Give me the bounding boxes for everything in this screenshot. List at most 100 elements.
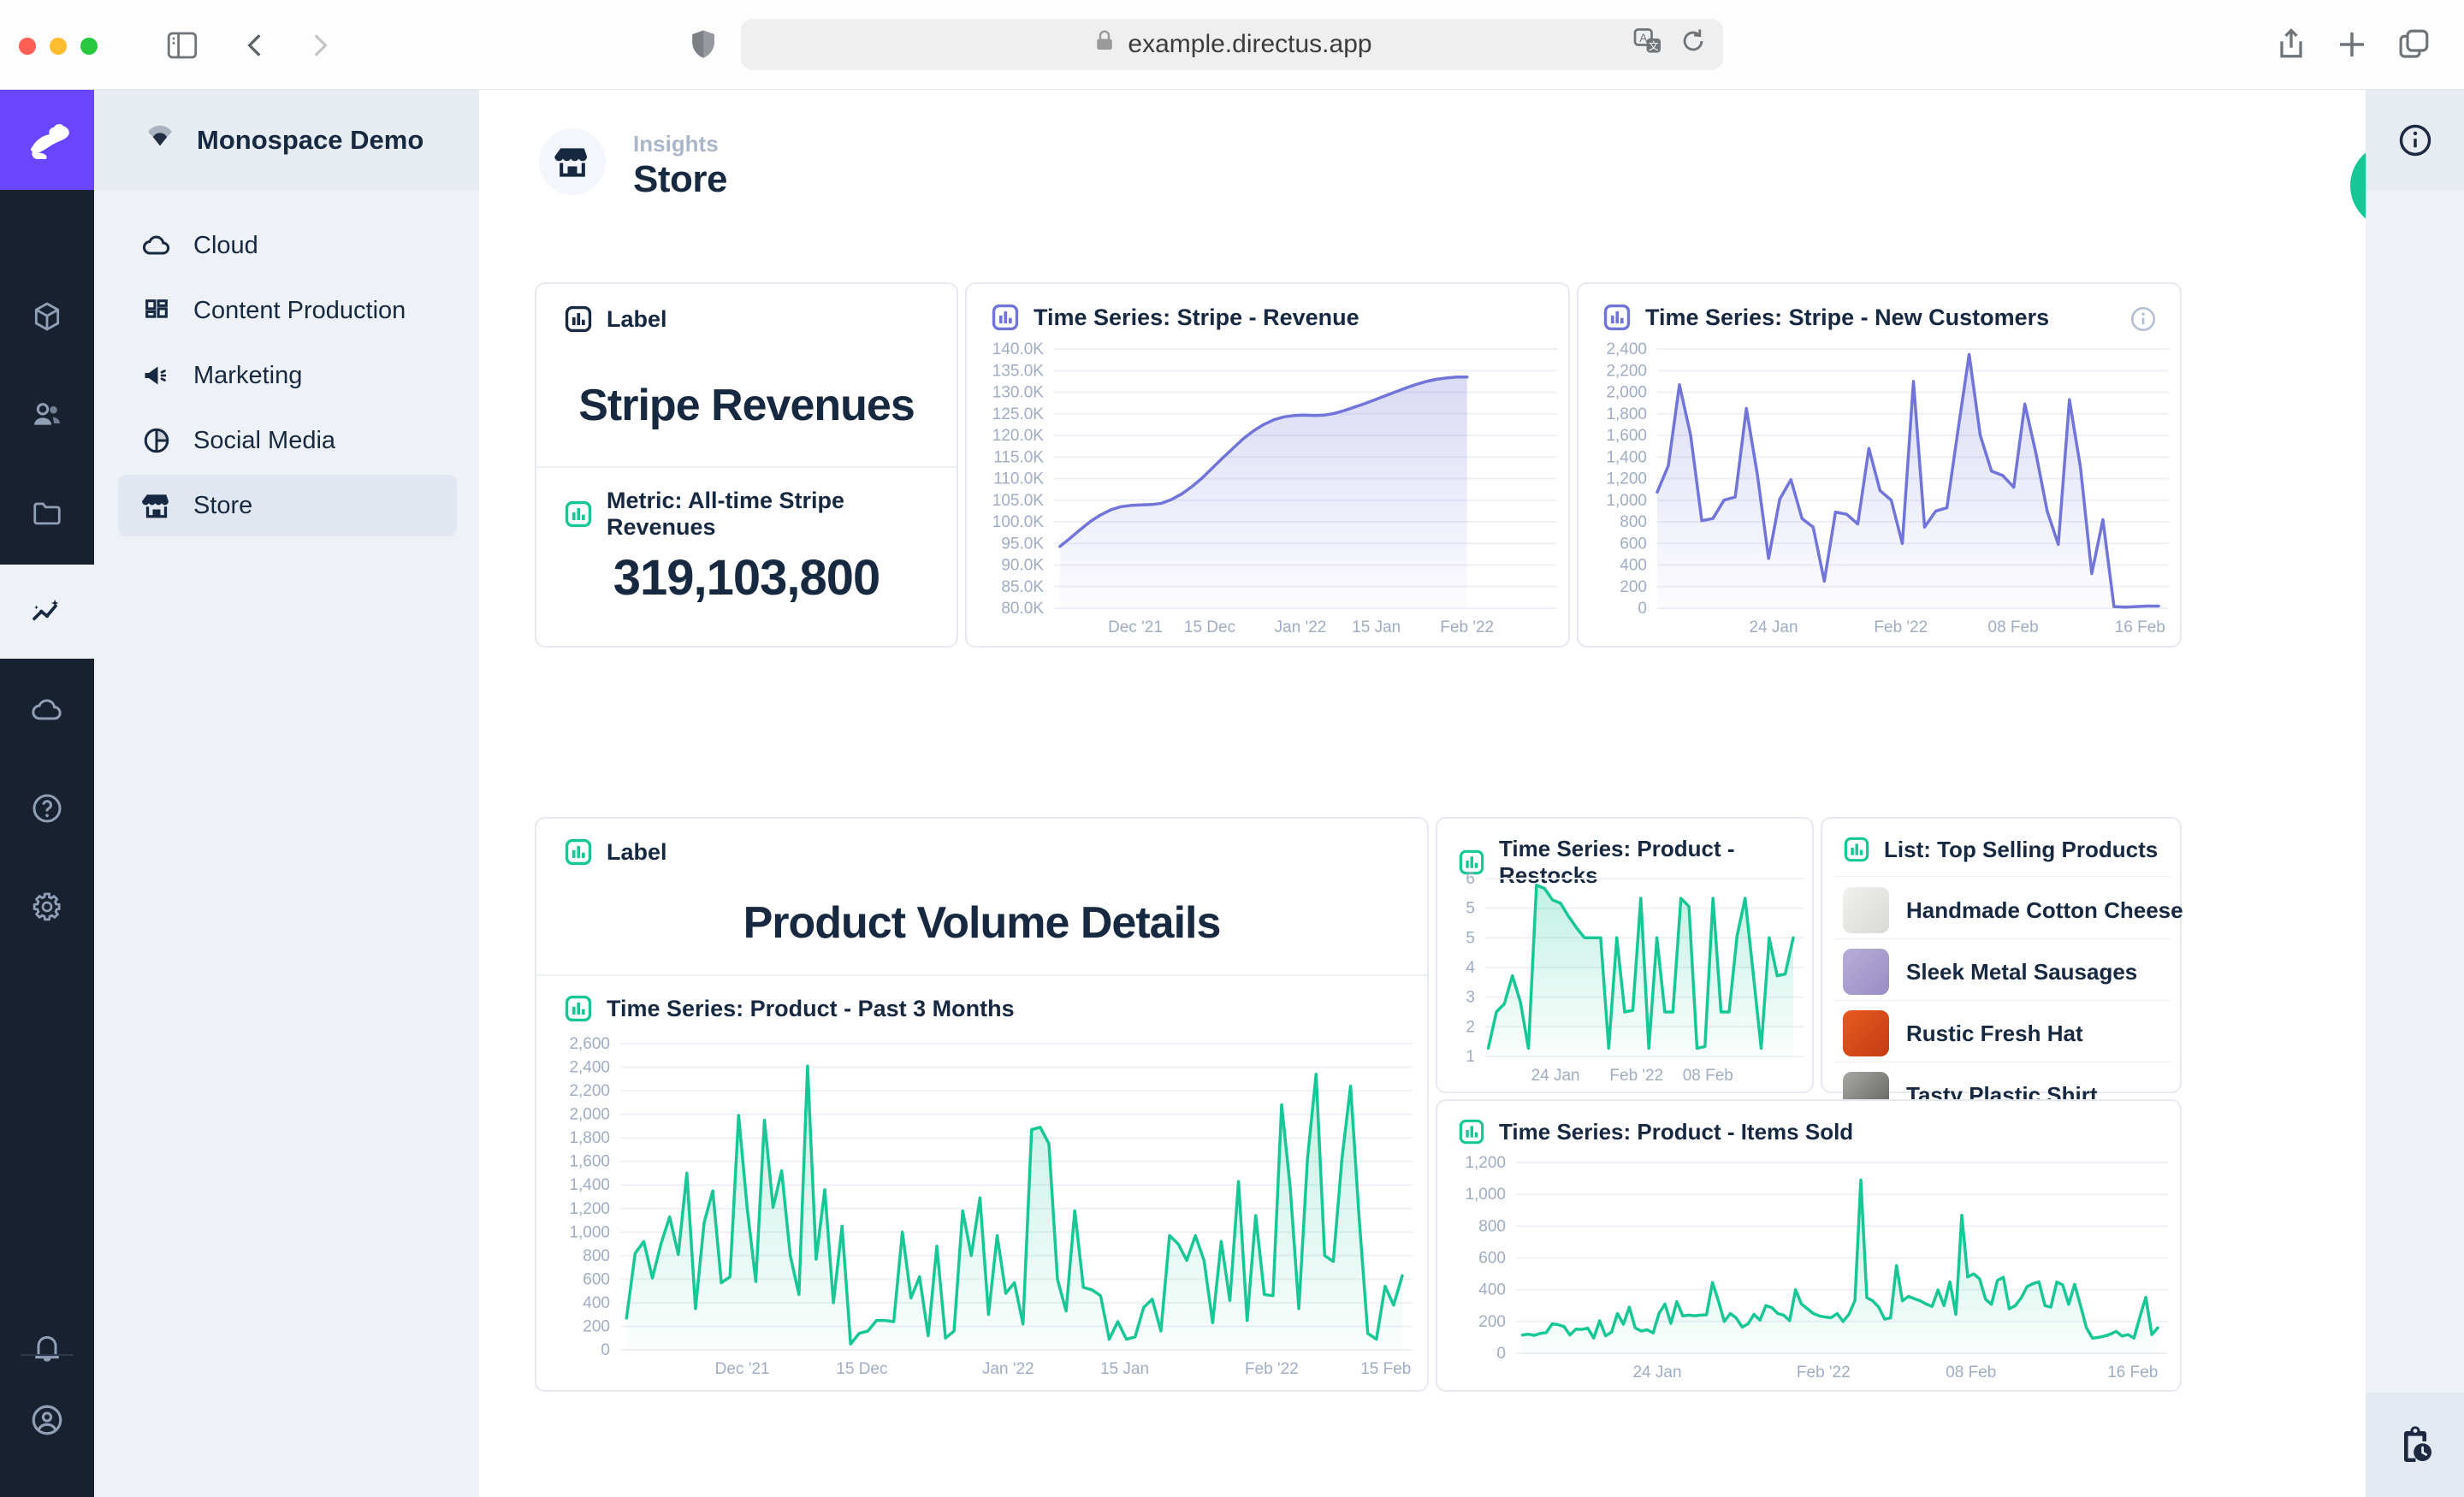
address-bar[interactable]: example.directus.app A文 — [741, 19, 1723, 70]
module-settings-icon[interactable] — [0, 860, 94, 954]
svg-text:3: 3 — [1466, 989, 1475, 1007]
url-text: example.directus.app — [1128, 30, 1371, 59]
product-thumbnail — [1843, 887, 1889, 933]
stripe-revenue-chart: 140.0K135.0K130.0K125.0K120.0K115.0K110.… — [979, 342, 1559, 637]
list-item[interactable]: Rustic Fresh Hat — [1843, 1005, 2163, 1062]
user-avatar-icon[interactable] — [0, 1373, 94, 1467]
svg-text:1,200: 1,200 — [1606, 470, 1647, 488]
svg-text:Jan '22: Jan '22 — [982, 1360, 1034, 1378]
panel-items-sold: Time Series: Product - Items Sold 1,2001… — [1436, 1099, 2182, 1392]
sidebar-item-label: Cloud — [193, 232, 258, 260]
svg-text:Jan '22: Jan '22 — [1275, 618, 1327, 636]
back-icon[interactable] — [240, 28, 274, 67]
sidebar-item-social-media[interactable]: Social Media — [118, 410, 457, 471]
shield-icon[interactable] — [684, 26, 722, 68]
close-window-button[interactable] — [19, 38, 36, 55]
sidebar-item-store[interactable]: Store — [118, 475, 457, 536]
svg-text:1,600: 1,600 — [569, 1153, 610, 1171]
module-insights-icon[interactable] — [0, 565, 94, 659]
list-item[interactable]: Handmade Cotton Cheese — [1843, 882, 2163, 938]
sidebar-item-cloud[interactable]: Cloud — [118, 215, 457, 276]
svg-text:1,600: 1,600 — [1606, 427, 1647, 445]
module-help-icon[interactable] — [0, 761, 94, 855]
svg-text:Feb '22: Feb '22 — [1874, 618, 1928, 636]
svg-text:15 Dec: 15 Dec — [1184, 618, 1235, 636]
screen: example.directus.app A文 — [0, 0, 2464, 1497]
module-users-icon[interactable] — [0, 368, 94, 462]
minimize-window-button[interactable] — [50, 38, 67, 55]
tab-overview-icon[interactable] — [2396, 27, 2431, 67]
svg-text:120.0K: 120.0K — [992, 427, 1045, 445]
project-chip[interactable]: Monospace Demo — [94, 90, 479, 190]
svg-text:2,200: 2,200 — [569, 1082, 610, 1100]
activity-log-button[interactable] — [2366, 1393, 2464, 1497]
svg-text:110.0K: 110.0K — [993, 470, 1044, 488]
zoom-window-button[interactable] — [80, 38, 98, 55]
module-content-icon[interactable] — [0, 269, 94, 364]
svg-text:5: 5 — [1466, 900, 1475, 918]
breadcrumb[interactable]: Insights — [633, 131, 719, 157]
directus-logo[interactable] — [0, 90, 94, 190]
svg-text:0: 0 — [1638, 600, 1647, 618]
svg-text:Dec '21: Dec '21 — [715, 1360, 770, 1378]
svg-text:95.0K: 95.0K — [1001, 535, 1044, 553]
translate-icon[interactable]: A文 — [1632, 26, 1663, 63]
svg-text:A: A — [1639, 32, 1647, 44]
info-sidebar-button[interactable] — [2366, 90, 2464, 190]
svg-text:文: 文 — [1649, 39, 1659, 52]
module-files-icon[interactable] — [0, 466, 94, 560]
panel-divider — [536, 974, 1427, 976]
svg-text:24 Jan: 24 Jan — [1749, 618, 1798, 636]
reload-icon[interactable] — [1679, 27, 1708, 62]
panel-header-label: Label — [607, 839, 667, 866]
page-title: Store — [633, 158, 727, 201]
sidebar-item-label: Store — [193, 492, 252, 520]
lock-icon — [1092, 28, 1117, 61]
product-name: Sleek Metal Sausages — [1906, 959, 2137, 985]
svg-text:15 Feb: 15 Feb — [1360, 1360, 1411, 1378]
panel-header: Time Series: Product - Items Sold — [1499, 1119, 1853, 1145]
svg-text:08 Feb: 08 Feb — [1683, 1067, 1733, 1085]
share-icon[interactable] — [2272, 26, 2310, 68]
list-item[interactable]: Sleek Metal Sausages — [1843, 944, 2163, 1000]
panel-header: Time Series: Stripe - New Customers — [1645, 305, 2049, 331]
insights-panel-icon — [564, 305, 593, 334]
svg-text:105.0K: 105.0K — [992, 492, 1045, 510]
svg-text:4: 4 — [1466, 959, 1475, 977]
cloud-icon — [140, 230, 173, 261]
svg-text:1,800: 1,800 — [569, 1129, 610, 1147]
project-name: Monospace Demo — [197, 125, 424, 156]
svg-text:1,800: 1,800 — [1606, 405, 1647, 423]
panel-header-label: Label — [607, 306, 667, 333]
panel-header: Time Series: Product - Past 3 Months — [607, 996, 1015, 1022]
svg-text:600: 600 — [1478, 1250, 1506, 1268]
product-name: Handmade Cotton Cheese — [1906, 897, 2183, 924]
new-tab-icon[interactable] — [2334, 27, 2370, 67]
dashboard-icon-chip — [539, 128, 606, 195]
info-icon[interactable] — [2129, 305, 2158, 338]
product-thumbnail — [1843, 1010, 1889, 1056]
svg-text:85.0K: 85.0K — [1001, 578, 1044, 596]
svg-text:Dec '21: Dec '21 — [1108, 618, 1163, 636]
svg-text:400: 400 — [1620, 557, 1647, 575]
label-text: Stripe Revenues — [536, 380, 957, 431]
svg-text:15 Dec: 15 Dec — [836, 1360, 887, 1378]
svg-text:600: 600 — [1620, 535, 1647, 553]
sidebar-toggle-icon[interactable] — [164, 27, 200, 68]
list-divider — [1834, 876, 2171, 877]
svg-text:1,200: 1,200 — [569, 1200, 610, 1218]
svg-text:800: 800 — [1620, 513, 1647, 531]
svg-text:2,600: 2,600 — [569, 1037, 610, 1053]
sidebar-item-marketing[interactable]: Marketing — [118, 345, 457, 406]
browser-chrome: example.directus.app A文 — [0, 0, 2464, 90]
panel-stripe-revenue: Time Series: Stripe - Revenue 140.0K135.… — [965, 282, 1570, 648]
svg-text:Feb '22: Feb '22 — [1797, 1364, 1851, 1382]
svg-text:800: 800 — [583, 1247, 610, 1265]
svg-text:200: 200 — [1478, 1313, 1506, 1331]
svg-text:16 Feb: 16 Feb — [2107, 1364, 2158, 1382]
module-cloud-icon[interactable] — [0, 663, 94, 757]
panel-header: Time Series: Stripe - Revenue — [1034, 305, 1359, 331]
sidebar-item-content-production[interactable]: Content Production — [118, 280, 457, 341]
product-name: Rustic Fresh Hat — [1906, 1021, 2083, 1047]
forward-icon[interactable] — [301, 28, 335, 67]
